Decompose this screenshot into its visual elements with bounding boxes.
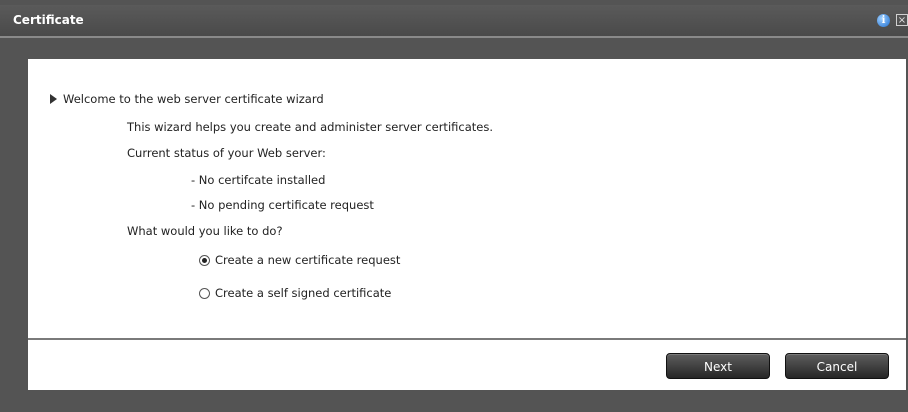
question-label: What would you like to do? [127,224,283,238]
info-icon[interactable]: i [877,14,890,27]
certificate-window: Certificate i × Welcome to the web serve… [0,0,908,412]
radio-self-signed[interactable] [199,288,210,299]
cancel-button[interactable]: Cancel [785,353,889,379]
option-new-request-label[interactable]: Create a new certificate request [215,253,400,267]
chevron-right-icon [50,94,57,104]
option-self-signed-label[interactable]: Create a self signed certificate [215,286,391,300]
window-title: Certificate [13,13,84,27]
next-button[interactable]: Next [666,353,770,379]
close-icon[interactable]: × [896,14,908,26]
wizard-description: This wizard helps you create and adminis… [127,120,493,134]
status-item: - No pending certificate request [191,198,374,212]
radio-new-request[interactable] [199,255,210,266]
title-bar: Certificate i × [0,5,908,38]
status-item: - No certifcate installed [191,173,326,187]
wizard-footer [28,340,906,390]
wizard-heading: Welcome to the web server certificate wi… [63,92,324,106]
status-label: Current status of your Web server: [127,146,326,160]
